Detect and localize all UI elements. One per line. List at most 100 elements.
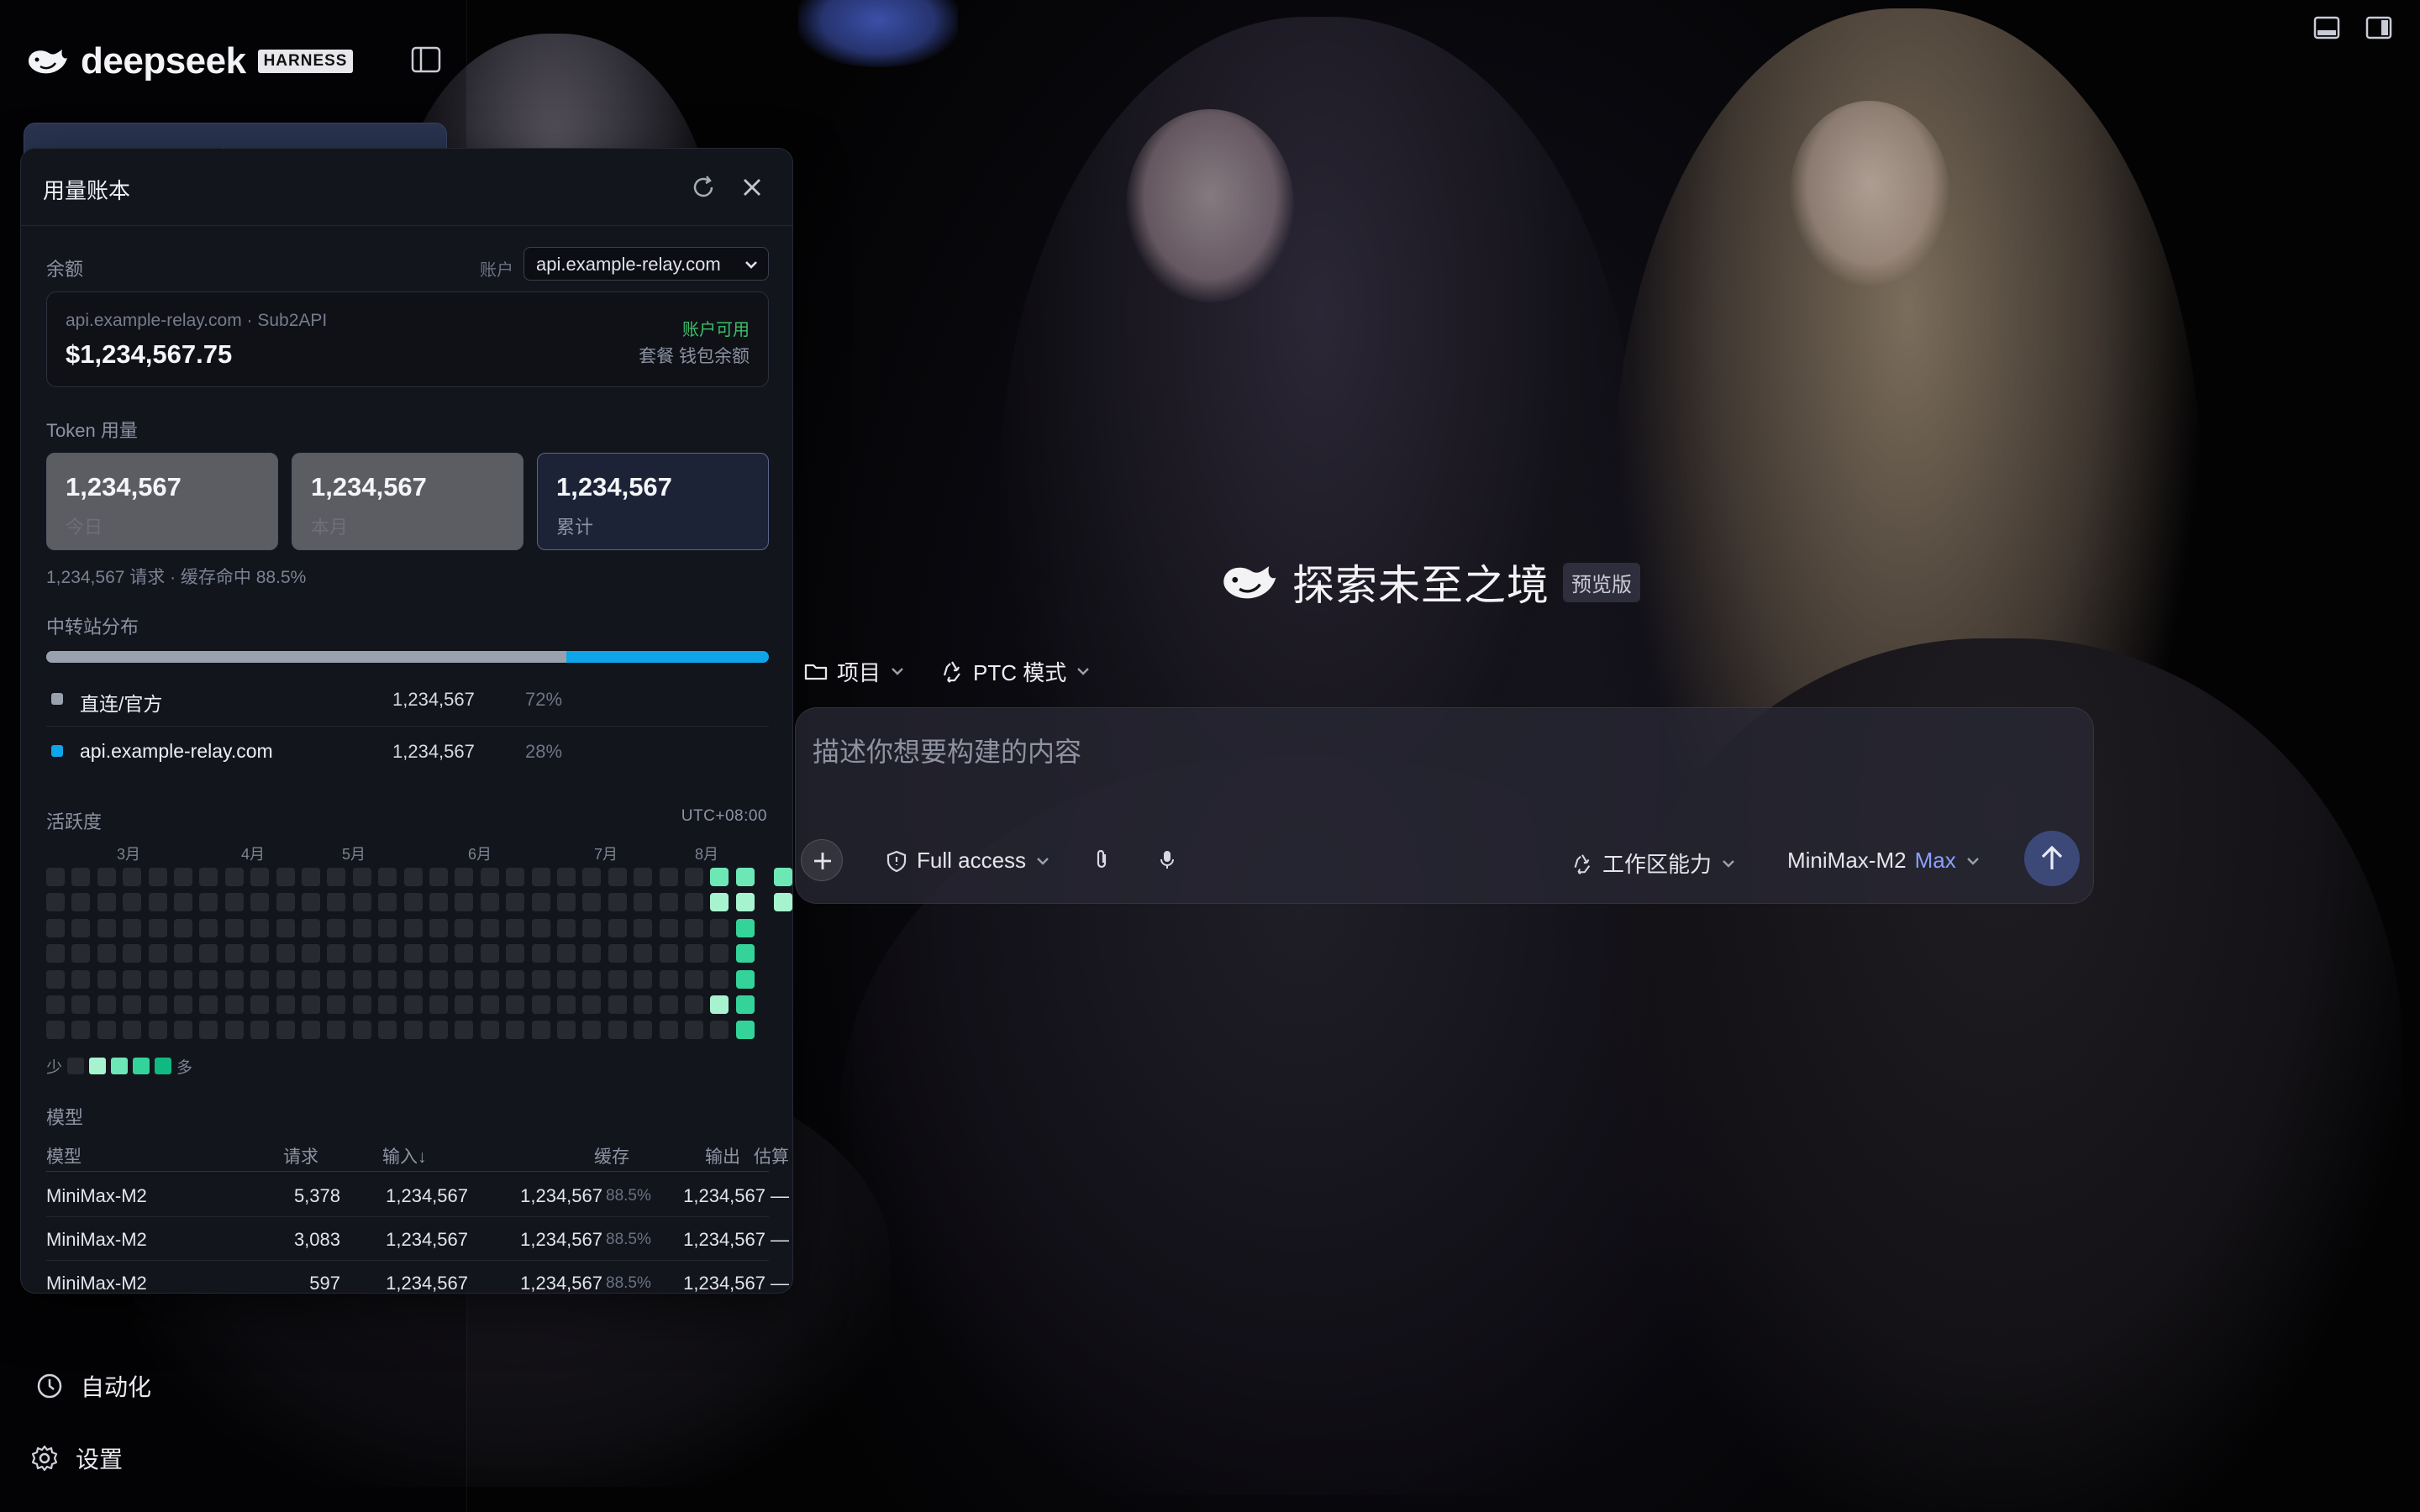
heatmap-cell[interactable] <box>71 969 91 989</box>
heatmap-cell[interactable] <box>506 944 525 963</box>
heatmap-cell[interactable] <box>327 995 346 1014</box>
heatmap-cell[interactable] <box>327 893 346 912</box>
heatmap-cell[interactable] <box>302 893 320 912</box>
heatmap-cell[interactable] <box>659 944 678 963</box>
column-header[interactable]: 请求 <box>283 1143 318 1168</box>
heatmap-cell[interactable] <box>224 1021 244 1040</box>
heatmap-cell[interactable] <box>71 944 91 963</box>
heatmap-cell[interactable] <box>506 995 525 1014</box>
token-card-today[interactable]: 1,234,567 今日 <box>46 453 278 550</box>
heatmap-cell[interactable] <box>250 918 270 937</box>
heatmap-cell[interactable] <box>608 918 627 937</box>
heatmap-cell[interactable] <box>557 893 576 912</box>
heatmap-cell[interactable] <box>403 1021 423 1040</box>
heatmap-cell[interactable] <box>123 944 142 963</box>
heatmap-cell[interactable] <box>480 868 499 886</box>
heatmap-cell[interactable] <box>531 893 550 912</box>
heatmap-cell[interactable] <box>557 1021 576 1040</box>
heatmap-cell[interactable] <box>608 1021 627 1040</box>
heatmap-cell[interactable] <box>276 893 295 912</box>
heatmap-cell[interactable] <box>378 944 397 963</box>
heatmap-cell[interactable] <box>710 944 729 963</box>
heatmap-cell[interactable] <box>46 868 65 886</box>
heatmap-cell[interactable] <box>199 868 218 886</box>
heatmap-cell[interactable] <box>608 995 627 1014</box>
voice-input-button[interactable] <box>1155 848 1179 871</box>
heatmap-cell[interactable] <box>735 918 755 937</box>
heatmap-cell[interactable] <box>735 969 755 989</box>
heatmap-cell[interactable] <box>480 969 499 989</box>
sidebar-item-settings[interactable]: 设置 <box>30 1441 123 1475</box>
heatmap-cell[interactable] <box>557 944 576 963</box>
heatmap-cell[interactable] <box>403 918 423 937</box>
heatmap-cell[interactable] <box>582 995 602 1014</box>
account-select[interactable]: api.example-relay.com <box>523 247 769 281</box>
token-card-total[interactable]: 1,234,567 累计 <box>537 453 769 550</box>
heatmap-cell[interactable] <box>123 868 142 886</box>
heatmap-cell[interactable] <box>327 918 346 937</box>
heatmap-cell[interactable] <box>174 918 192 937</box>
heatmap-cell[interactable] <box>582 1021 602 1040</box>
heatmap-cell[interactable] <box>71 995 91 1014</box>
heatmap-cell[interactable] <box>659 868 678 886</box>
heatmap-cell[interactable] <box>352 995 371 1014</box>
heatmap-cell[interactable] <box>378 1021 397 1040</box>
heatmap-cell[interactable] <box>429 969 448 989</box>
heatmap-cell[interactable] <box>685 868 703 886</box>
heatmap-cell[interactable] <box>224 995 244 1014</box>
heatmap-cell[interactable] <box>250 893 270 912</box>
heatmap-cell[interactable] <box>327 1021 346 1040</box>
heatmap-cell[interactable] <box>455 918 474 937</box>
heatmap-cell[interactable] <box>71 893 91 912</box>
heatmap-cell[interactable] <box>634 868 653 886</box>
heatmap-cell[interactable] <box>403 944 423 963</box>
sidebar-toggle-icon[interactable] <box>410 45 442 74</box>
heatmap-cell[interactable] <box>506 969 525 989</box>
heatmap-cell[interactable] <box>378 868 397 886</box>
heatmap-cell[interactable] <box>403 969 423 989</box>
heatmap-cell[interactable] <box>455 1021 474 1040</box>
heatmap-cell[interactable] <box>327 969 346 989</box>
heatmap-cell[interactable] <box>46 944 65 963</box>
heatmap-cell[interactable] <box>480 893 499 912</box>
heatmap-cell[interactable] <box>685 918 703 937</box>
heatmap-cell[interactable] <box>608 868 627 886</box>
heatmap-cell[interactable] <box>302 944 320 963</box>
heatmap-cell[interactable] <box>506 868 525 886</box>
heatmap-cell[interactable] <box>531 1021 550 1040</box>
heatmap-cell[interactable] <box>352 918 371 937</box>
heatmap-cell[interactable] <box>455 893 474 912</box>
heatmap-cell[interactable] <box>634 918 653 937</box>
heatmap-cell[interactable] <box>199 1021 218 1040</box>
close-icon[interactable] <box>737 172 767 202</box>
heatmap-cell[interactable] <box>429 1021 448 1040</box>
heatmap-cell[interactable] <box>97 1021 116 1040</box>
heatmap-cell[interactable] <box>250 995 270 1014</box>
heatmap-cell[interactable] <box>608 893 627 912</box>
heatmap-cell[interactable] <box>352 1021 371 1040</box>
heatmap-cell[interactable] <box>71 918 91 937</box>
heatmap-cell[interactable] <box>735 893 755 912</box>
heatmap-cell[interactable] <box>608 944 627 963</box>
column-header[interactable]: 输入↓ <box>382 1143 427 1168</box>
heatmap-cell[interactable] <box>174 995 192 1014</box>
heatmap-cell[interactable] <box>403 995 423 1014</box>
heatmap-cell[interactable] <box>148 918 167 937</box>
heatmap-cell[interactable] <box>506 918 525 937</box>
heatmap-cell[interactable] <box>276 1021 295 1040</box>
heatmap-cell[interactable] <box>774 893 792 912</box>
heatmap-cell[interactable] <box>659 893 678 912</box>
heatmap-cell[interactable] <box>634 1021 653 1040</box>
heatmap-cell[interactable] <box>250 969 270 989</box>
heatmap-cell[interactable] <box>276 868 295 886</box>
heatmap-cell[interactable] <box>71 1021 91 1040</box>
heatmap-cell[interactable] <box>429 868 448 886</box>
heatmap-cell[interactable] <box>224 944 244 963</box>
heatmap-cell[interactable] <box>250 944 270 963</box>
heatmap-cell[interactable] <box>148 969 167 989</box>
heatmap-cell[interactable] <box>276 969 295 989</box>
heatmap-cell[interactable] <box>403 893 423 912</box>
prompt-input[interactable] <box>813 733 1972 770</box>
heatmap-cell[interactable] <box>148 1021 167 1040</box>
heatmap-cell[interactable] <box>123 918 142 937</box>
